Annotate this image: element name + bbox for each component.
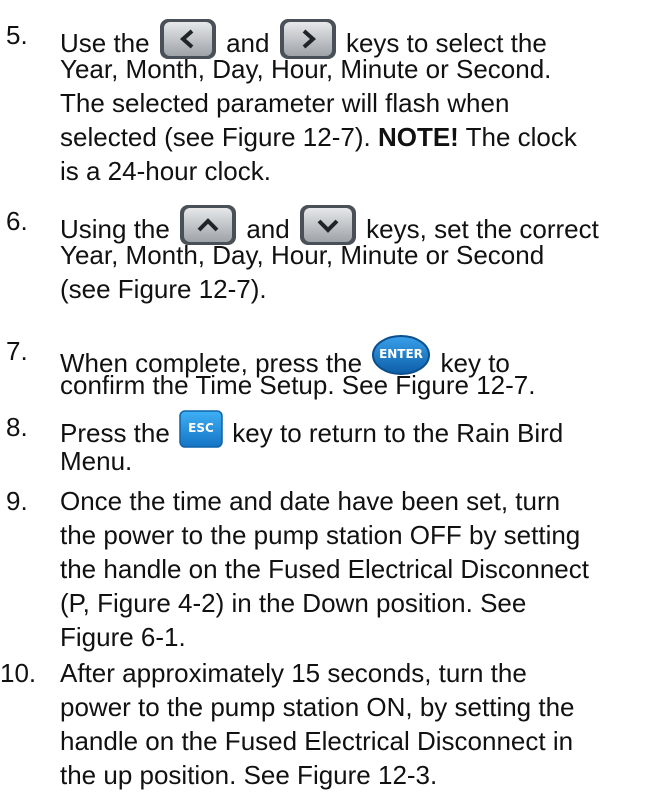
- instruction-page: 5. Use the and keys to select the Year, …: [0, 0, 658, 805]
- step-text: (P, Figure 4-2) in the Down position. Se…: [60, 588, 527, 618]
- step-text: key to return to the Rain Bird: [232, 418, 564, 448]
- enter-key-label: ENTER: [379, 347, 423, 361]
- step-text: (see Figure 12-7).: [60, 274, 267, 304]
- step-text: Once the time and date have been set, tu…: [60, 486, 561, 516]
- step-text: power to the pump station ON, by setting…: [60, 692, 575, 722]
- step-text: Menu.: [60, 446, 133, 476]
- step-text: After approximately 15 seconds, turn the: [60, 658, 527, 688]
- step-text: Figure 6-1.: [60, 622, 186, 652]
- step-text: selected (see Figure 12-7).: [60, 122, 371, 152]
- step-number: 5.: [6, 20, 28, 50]
- esc-key-icon: ESC: [179, 410, 223, 448]
- esc-key-label: ESC: [188, 421, 214, 435]
- step-number: 9.: [6, 486, 28, 516]
- step-text: The selected parameter will flash when: [60, 88, 510, 118]
- step-text: the handle on the Fused Electrical Disco…: [60, 554, 589, 584]
- step-text: handle on the Fused Electrical Disconnec…: [60, 726, 574, 756]
- step-number: 8.: [6, 412, 28, 442]
- note-label: NOTE!: [377, 122, 459, 152]
- step-number: 7.: [6, 336, 28, 366]
- step-number: 10.: [0, 658, 37, 688]
- step-text: confirm the Time Setup. See Figure 12-7.: [60, 370, 536, 400]
- step-number: 6.: [6, 206, 28, 236]
- step-text: is a 24-hour clock.: [60, 156, 271, 186]
- step-text: Year, Month, Day, Hour, Minute or Second…: [60, 54, 552, 84]
- step-text: the power to the pump station OFF by set…: [60, 520, 581, 550]
- step-text: The clock: [465, 122, 577, 152]
- step-text: the up position. See Figure 12-3.: [60, 760, 438, 790]
